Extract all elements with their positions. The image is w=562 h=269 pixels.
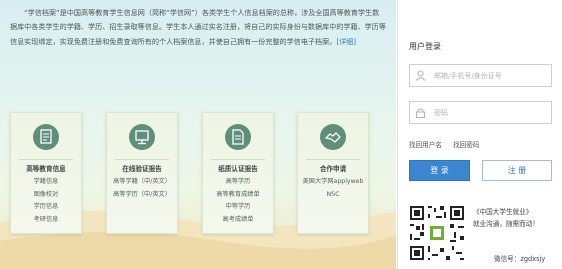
find-links: 找回用户名 找回密码 — [409, 139, 488, 149]
cooperation-handshake-icon — [320, 124, 346, 150]
card-title: 纸质认证报告 — [218, 165, 258, 173]
wechat-qr-code — [408, 204, 466, 262]
card-paper-cert-report[interactable]: 纸质认证报告 高等学历 高等教育成绩单 中等学历 高考成绩单 — [202, 112, 274, 234]
card-item[interactable]: 高等学历 — [203, 176, 273, 189]
wechat-line2: 就业沟通，随需而动！ — [473, 220, 539, 228]
wechat-promo: 《中国大学生就业》 就业沟通，随需而动！ — [473, 206, 559, 230]
card-online-report[interactable]: 在线验证报告 高等学籍（中/英文） 高等学历（中/英文） — [106, 112, 178, 234]
card-item[interactable]: 中等学历 — [203, 201, 273, 214]
card-divider — [306, 159, 360, 160]
account-field[interactable]: 邮箱/手机号/身份证号 — [409, 64, 552, 87]
login-title: 用户登录 — [409, 42, 441, 51]
account-placeholder: 邮箱/手机号/身份证号 — [434, 72, 502, 80]
card-title: 在线验证报告 — [122, 165, 162, 173]
card-item[interactable]: 高等学籍（中/英文） — [107, 176, 177, 189]
card-item[interactable]: 高考成绩单 — [203, 214, 273, 227]
card-cooperation[interactable]: 合作申请 美国大学网applyweb NSC — [297, 112, 369, 234]
card-title: 高等教育信息 — [26, 165, 66, 173]
find-username-link[interactable]: 找回用户名 — [409, 141, 442, 149]
password-placeholder: 密码 — [434, 109, 448, 117]
card-item[interactable]: NSC — [298, 189, 368, 202]
card-item[interactable]: 学历信息 — [11, 201, 81, 214]
card-title: 合作申请 — [319, 165, 347, 173]
login-panel: 用户登录 邮箱/手机号/身份证号 密码 找回用户名 找回密码 登 录 注 册 《… — [397, 0, 562, 269]
education-info-icon — [33, 124, 59, 150]
register-button[interactable]: 注 册 — [482, 160, 552, 181]
card-item[interactable]: 高等学历（中/英文） — [107, 189, 177, 202]
wechat-id: 微信号：zgdxsjy — [494, 255, 546, 263]
user-icon — [415, 70, 426, 81]
card-divider — [115, 159, 169, 160]
login-button[interactable]: 登 录 — [409, 160, 470, 181]
card-item[interactable]: 考研信息 — [11, 214, 81, 227]
card-item[interactable]: 图像校对 — [11, 189, 81, 202]
card-item[interactable]: 美国大学网applyweb — [298, 176, 368, 189]
card-divider — [211, 159, 265, 160]
wechat-line1: 《中国大学生就业》 — [473, 208, 533, 216]
intro-text: “学信档案”是中国高等教育学生信息网（简称“学信网”）各类学生个人信息档案的总称… — [10, 8, 386, 46]
card-education-info[interactable]: 高等教育信息 学籍信息 图像校对 学历信息 考研信息 — [10, 112, 82, 234]
find-password-link[interactable]: 找回密码 — [453, 141, 479, 149]
card-item[interactable]: 学籍信息 — [11, 176, 81, 189]
card-divider — [19, 159, 73, 160]
password-field[interactable]: 密码 — [409, 101, 552, 124]
paper-cert-report-icon — [225, 124, 251, 150]
lock-icon — [416, 108, 425, 118]
intro-paragraph: “学信档案”是中国高等教育学生信息网（简称“学信网”）各类学生个人信息档案的总称… — [10, 6, 386, 49]
card-item[interactable]: 高等教育成绩单 — [203, 189, 273, 202]
online-report-icon — [129, 124, 155, 150]
more-link[interactable]: [详细] — [336, 37, 356, 46]
intro-banner: “学信档案”是中国高等教育学生信息网（简称“学信网”）各类学生个人信息档案的总称… — [0, 0, 396, 269]
